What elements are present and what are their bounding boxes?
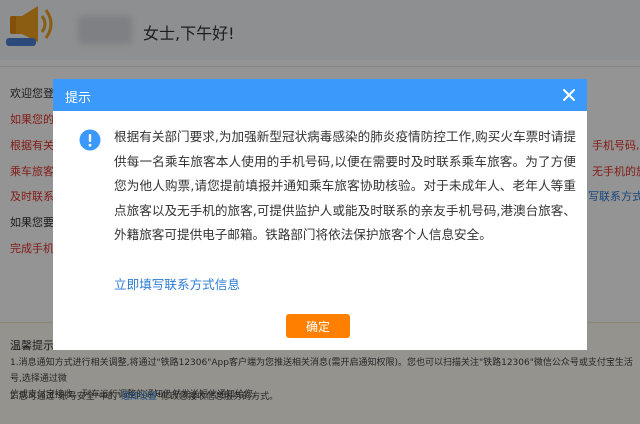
notice-dialog: 提示 根据有关部门要求,为加强新型冠状病毒感染的肺炎疫情防控工作,购买火车票时请… xyxy=(53,79,587,350)
dialog-title: 提示 xyxy=(65,91,92,106)
dialog-header: 提示 xyxy=(53,79,587,111)
close-icon[interactable] xyxy=(559,85,579,105)
dialog-message: 根据有关部门要求,为加强新型冠状病毒感染的肺炎疫情防控工作,购买火车票时请提供每… xyxy=(114,129,576,242)
info-icon xyxy=(79,129,101,151)
confirm-button[interactable]: 确定 xyxy=(286,314,350,338)
fill-contact-info-link[interactable]: 立即填写联系方式信息 xyxy=(114,274,240,293)
